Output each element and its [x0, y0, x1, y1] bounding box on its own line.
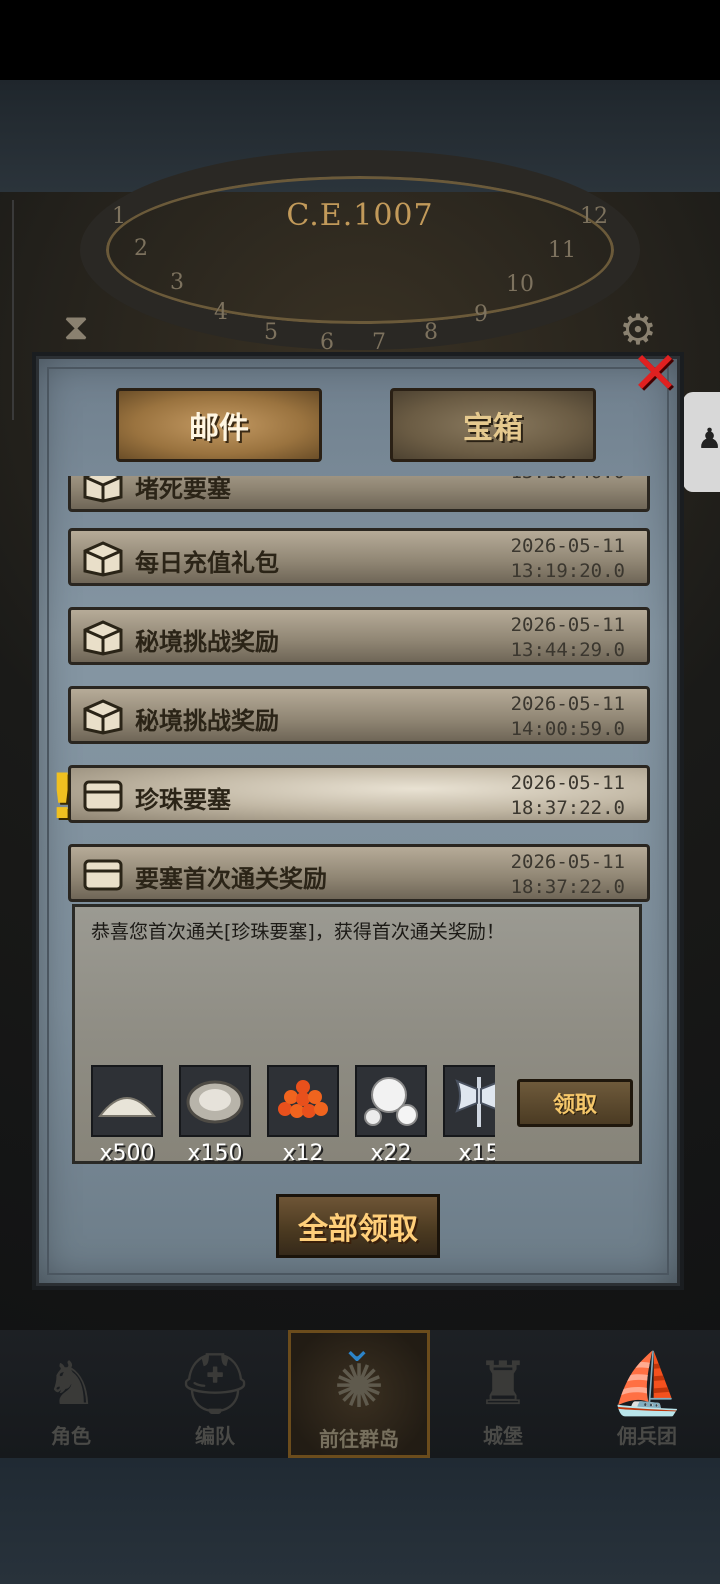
mail-title: 珍珠要塞 — [135, 786, 231, 814]
dial-number: 4 — [214, 300, 228, 325]
ship-icon: ⛵ — [609, 1349, 685, 1419]
dial-number: 7 — [372, 330, 386, 355]
mail-timestamp: 13:10:46.0 — [511, 476, 625, 485]
status-bar — [0, 0, 720, 80]
claim-button[interactable]: 领取 — [517, 1079, 633, 1127]
dial-number: 10 — [506, 272, 534, 297]
closed-chest-icon — [83, 780, 123, 812]
mail-timestamp: 2026-05-11 14:00:59.0 — [510, 693, 625, 740]
roe-icon — [278, 1080, 328, 1118]
character-icon: ♟ — [697, 422, 720, 455]
dial-number: 6 — [320, 330, 334, 355]
mail-title: 秘境挑战奖励 — [135, 628, 279, 656]
chest-icon — [83, 699, 123, 735]
mail-row[interactable]: 每日充值礼包 2026-05-11 13:19:20.0 — [68, 528, 650, 586]
mail-row[interactable]: 堵死要塞 13:10:46.0 — [68, 476, 650, 512]
bottom-background — [0, 1458, 720, 1584]
nav-item-mercenary[interactable]: ⛵ 佣兵团 — [576, 1330, 718, 1458]
mail-detail: 恭喜您首次通关[珍珠要塞]，获得首次通关奖励！ x500 x150 x12 x2… — [72, 904, 642, 1167]
dial-number: 3 — [170, 270, 184, 295]
reward-quantity: x500 — [99, 1141, 155, 1166]
close-icon[interactable]: ✕ — [630, 344, 680, 402]
mail-timestamp: 2026-05-11 18:37:22.0 — [510, 772, 625, 819]
hourglass-icon[interactable]: ⧗ — [58, 306, 94, 350]
mail-timestamp: 2026-05-11 18:37:22.0 — [510, 851, 625, 898]
tab-mail[interactable]: 邮件 — [116, 388, 322, 462]
mail-row-selected[interactable]: 要塞首次通关奖励 2026-05-11 18:37:22.0 — [68, 844, 650, 902]
mail-title: 堵死要塞 — [135, 476, 231, 503]
reward-quantity: x12 — [282, 1141, 324, 1166]
helmet-icon: ⛑ — [176, 1349, 254, 1419]
reward-quantity: x150 — [187, 1141, 243, 1166]
reward-item[interactable]: x12 — [267, 1065, 339, 1166]
location-marker-icon: ⌄ — [340, 1325, 374, 1371]
dial-number: 11 — [548, 238, 576, 263]
reward-list[interactable]: x500 x150 x12 x22 x15 — [91, 907, 495, 1167]
mail-row[interactable]: 秘境挑战奖励 2026-05-11 14:00:59.0 — [68, 686, 650, 744]
dial-number: 12 — [580, 204, 608, 229]
reward-item[interactable]: x500 — [91, 1065, 163, 1166]
dial-number: 2 — [134, 236, 148, 261]
castle-icon: ♜ — [476, 1349, 530, 1419]
exclamation-icon: ! — [48, 760, 77, 833]
reward-item[interactable]: x150 — [179, 1065, 251, 1166]
mail-row[interactable]: 秘境挑战奖励 2026-05-11 13:44:29.0 — [68, 607, 650, 665]
dial-number: 8 — [424, 320, 438, 345]
dial-year: C.E.1007 — [286, 198, 434, 233]
chest-icon — [83, 476, 123, 503]
dial-number: 5 — [264, 320, 278, 345]
chest-icon — [83, 541, 123, 577]
reward-item[interactable]: x22 — [355, 1065, 427, 1166]
tab-treasure-chest[interactable]: 宝箱 — [390, 388, 596, 462]
chest-icon — [83, 620, 123, 656]
mail-title: 每日充值礼包 — [135, 549, 279, 577]
closed-chest-icon — [83, 859, 123, 891]
left-edge-panel — [0, 200, 14, 420]
oyster-icon — [186, 1080, 244, 1124]
mail-list[interactable]: 堵死要塞 13:10:46.0 每日充值礼包 2026-05-11 13:19:… — [64, 476, 654, 906]
dial-number: 9 — [474, 302, 488, 327]
nav-item-formation[interactable]: ⛑ 编队 — [144, 1330, 286, 1458]
mail-timestamp: 2026-05-11 13:44:29.0 — [510, 614, 625, 661]
mail-title: 要塞首次通关奖励 — [135, 865, 327, 893]
claim-all-button[interactable]: 全部领取 — [276, 1194, 440, 1258]
nav-item-role[interactable]: ♞ 角色 — [0, 1330, 142, 1458]
sand-pile-icon — [97, 1097, 157, 1117]
knight-icon: ♞ — [44, 1349, 98, 1419]
axe-icon — [455, 1077, 495, 1127]
reward-quantity: x15 — [458, 1141, 495, 1166]
mail-title: 秘境挑战奖励 — [135, 707, 279, 735]
mail-row[interactable]: 珍珠要塞 2026-05-11 18:37:22.0 — [68, 765, 650, 823]
side-tab-button[interactable]: ♟ — [683, 392, 720, 492]
mail-timestamp: 2026-05-11 13:19:20.0 — [510, 535, 625, 582]
dial-number: 1 — [112, 204, 126, 229]
reward-quantity: x22 — [370, 1141, 412, 1166]
reward-item[interactable]: x15 — [443, 1065, 495, 1166]
pearl-icon — [364, 1077, 418, 1126]
nav-item-castle[interactable]: ♜ 城堡 — [432, 1330, 574, 1458]
